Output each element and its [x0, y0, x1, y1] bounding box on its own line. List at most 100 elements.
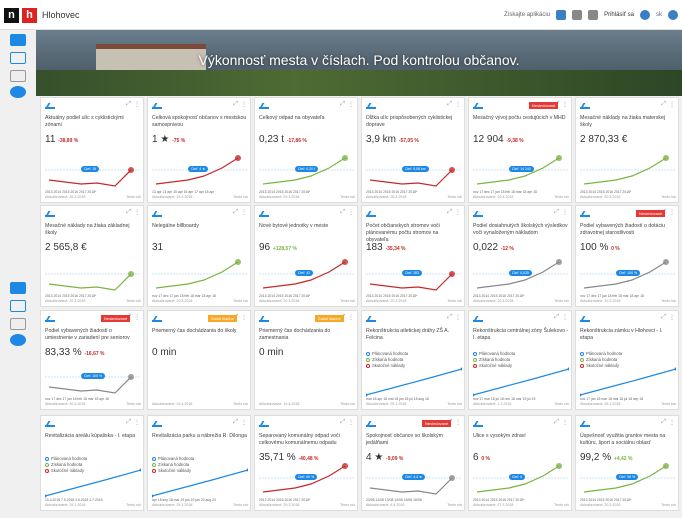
- more-icon[interactable]: ⋮: [455, 209, 461, 216]
- indicator-card[interactable]: ⤢⋮NesledovanéPodiel vybavených žiadostí …: [575, 205, 679, 307]
- indicator-card[interactable]: ⤢ ⋮ Celkový odpad na obyvateľa 0,23 t -17,8…: [254, 97, 358, 203]
- lang-switch[interactable]: sk: [656, 12, 662, 18]
- more-icon[interactable]: ⋮: [455, 419, 461, 426]
- more-icon[interactable]: ⋮: [562, 101, 568, 108]
- sidebar-indicators-icon[interactable]: [10, 34, 26, 46]
- more-icon[interactable]: ⋮: [669, 209, 675, 216]
- sidebar-projects-icon-2[interactable]: [10, 300, 26, 312]
- planned-point: [567, 367, 569, 371]
- card-title: Mesačné náklady na žiaka materskej školy: [580, 115, 666, 128]
- card-title: Rekonštrukcia atletickej dráhy ZŠ A. Fel…: [366, 328, 450, 341]
- sidebar-projects-icon[interactable]: [10, 52, 26, 64]
- more-icon[interactable]: ⋮: [348, 101, 354, 108]
- expand-icon[interactable]: ⤢: [447, 314, 452, 321]
- more-icon[interactable]: ⋮: [562, 419, 568, 426]
- expand-icon[interactable]: ⤢: [661, 101, 666, 108]
- card-footer: Aktualizované: 26.3.2018 Tento rok: [366, 195, 462, 199]
- expand-icon[interactable]: ⤢: [233, 419, 238, 426]
- updated-text: Aktualizované: 20.3.2018: [580, 503, 621, 507]
- indicator-card[interactable]: ⤢ ⋮ Podiel dosiahnutých školských výsledko…: [468, 205, 572, 307]
- value-text: 0,23 t: [259, 134, 285, 145]
- info-icon[interactable]: [668, 10, 678, 20]
- indicator-card[interactable]: ⤢⋮Zatiaľ žiadnePriemerný čas dochádzania…: [147, 310, 251, 410]
- sidebar-reports-icon[interactable]: [10, 70, 26, 82]
- apple-icon[interactable]: [588, 10, 599, 20]
- expand-icon[interactable]: ⤢: [554, 209, 559, 216]
- date-axis: nov 17 dec 17 jan 18 feb 18 mar 18 apr 1…: [45, 397, 109, 401]
- indicator-card[interactable]: ⤢⋮Zatiaľ žiadnePriemerný čas dochádzania…: [254, 310, 358, 410]
- indicator-card[interactable]: ⤢ ⋮ Rekonštrukcia zámku v Hlohovci - I. et…: [575, 310, 679, 410]
- indicator-card[interactable]: ⤢ ⋮ Úspešnosť využitia grantov mesta na ku…: [575, 415, 679, 511]
- expand-icon[interactable]: ⤢: [233, 209, 238, 216]
- chart-type-icon: [152, 210, 162, 217]
- expand-icon[interactable]: ⤢: [340, 101, 345, 108]
- more-icon[interactable]: ⋮: [348, 419, 354, 426]
- indicator-card[interactable]: ⤢ ⋮ Revitalizácia parku a nábrežia R. Dilo…: [147, 415, 251, 511]
- date-axis: nov 17 jan 18 mar 18 mai 18 jul 18 sep 1…: [580, 397, 644, 401]
- more-icon[interactable]: ⋮: [669, 314, 675, 321]
- indicator-card[interactable]: ⤢⋮NesledovanéMesačný vývoj počtu cestujú…: [468, 97, 572, 203]
- hero-trees: [36, 70, 682, 96]
- more-icon[interactable]: ⋮: [241, 419, 247, 426]
- indicator-card[interactable]: ⤢ ⋮ Nové bytové jednotky v meste 96 +128,57…: [254, 205, 358, 307]
- get-app-link[interactable]: Získajte aplikáciu: [504, 12, 550, 18]
- indicator-card[interactable]: ⤢ ⋮ Rekonštrukcia atletickej dráhy ZŠ A. F…: [361, 310, 465, 410]
- expand-icon[interactable]: ⤢: [340, 419, 345, 426]
- more-icon[interactable]: ⋮: [241, 314, 247, 321]
- expand-icon[interactable]: ⤢: [554, 314, 559, 321]
- indicator-card[interactable]: ⤢ ⋮ Revitalizácia areálu kúpaliska - I. et…: [40, 415, 144, 511]
- more-icon[interactable]: ⋮: [348, 314, 354, 321]
- more-icon[interactable]: ⋮: [455, 101, 461, 108]
- more-icon[interactable]: ⋮: [562, 314, 568, 321]
- sparkline-chart: [152, 468, 248, 498]
- indicator-card[interactable]: ⤢ ⋮ Počet občianskych stromov voči plánova…: [361, 205, 465, 307]
- more-icon[interactable]: ⋮: [348, 209, 354, 216]
- expand-icon[interactable]: ⤢: [126, 419, 131, 426]
- more-icon[interactable]: ⋮: [669, 419, 675, 426]
- indicator-card[interactable]: ⤢ ⋮ Dĺžka ulíc prispôsobených cyklistickej…: [361, 97, 465, 203]
- indicator-card[interactable]: ⤢⋮NesledovanéSpokojnosť občanov so škols…: [361, 415, 465, 511]
- indicator-card[interactable]: ⤢ ⋮ Mesačné náklady na žiaka základnej ško…: [40, 205, 144, 307]
- more-icon[interactable]: ⋮: [241, 209, 247, 216]
- indicator-card[interactable]: ⤢ ⋮ Mesačné náklady na žiaka materskej ško…: [575, 97, 679, 203]
- more-icon[interactable]: ⋮: [134, 209, 140, 216]
- login-button[interactable]: Prihlásiť sa: [604, 12, 634, 18]
- sidebar-indicators-icon-2[interactable]: [10, 282, 26, 294]
- expand-icon[interactable]: ⤢: [340, 209, 345, 216]
- user-icon[interactable]: [640, 10, 650, 20]
- indicator-card[interactable]: ⤢ ⋮ Aktuálny podiel ulíc s cyklistickými z…: [40, 97, 144, 203]
- logo-h[interactable]: h: [22, 8, 37, 23]
- expand-icon[interactable]: ⤢: [126, 101, 131, 108]
- expand-icon[interactable]: ⤢: [661, 314, 666, 321]
- expand-icon[interactable]: ⤢: [447, 101, 452, 108]
- indicator-card[interactable]: ⤢⋮NesledovanéPodiel vybavených žiadostí …: [40, 310, 144, 410]
- period-text: Tento rok: [340, 195, 355, 199]
- date-axis: 2013 2014 2015 2016 2017 2018*: [473, 498, 525, 502]
- windows-icon[interactable]: [556, 10, 567, 20]
- more-icon[interactable]: ⋮: [134, 314, 140, 321]
- chart-type-icon: [473, 420, 483, 427]
- indicator-card[interactable]: ⤢ ⋮ Celková spokojnosť občanov s mestskou …: [147, 97, 251, 203]
- more-icon[interactable]: ⋮: [241, 101, 247, 108]
- sidebar-reports-icon-2[interactable]: [10, 318, 26, 330]
- card-title: Úspešnosť využitia grantov mesta na kult…: [580, 433, 666, 446]
- more-icon[interactable]: ⋮: [134, 101, 140, 108]
- indicator-card[interactable]: ⤢ ⋮ Ulice s vysokým zdraví 6 0 % Cieľ: 6 Aktu…: [468, 415, 572, 511]
- expand-icon[interactable]: ⤢: [554, 419, 559, 426]
- value-line: [48, 376, 132, 394]
- expand-icon[interactable]: ⤢: [126, 209, 131, 216]
- expand-icon[interactable]: ⤢: [447, 209, 452, 216]
- indicator-card[interactable]: ⤢ ⋮ Rekonštrukcia centrálnej zóny Šulekovo…: [468, 310, 572, 410]
- expand-icon[interactable]: ⤢: [661, 419, 666, 426]
- more-icon[interactable]: ⋮: [562, 209, 568, 216]
- indicator-card[interactable]: ⤢ ⋮ Separovaný komunálny odpad voči celkov…: [254, 415, 358, 511]
- sidebar-add-icon-2[interactable]: [10, 334, 26, 346]
- more-icon[interactable]: ⋮: [669, 101, 675, 108]
- indicator-card[interactable]: ⤢ ⋮ Nelegálne billboardy 31 Aktualizované: …: [147, 205, 251, 307]
- logo-n[interactable]: n: [4, 8, 19, 23]
- more-icon[interactable]: ⋮: [455, 314, 461, 321]
- sidebar-add-icon[interactable]: [10, 86, 26, 98]
- more-icon[interactable]: ⋮: [134, 419, 140, 426]
- expand-icon[interactable]: ⤢: [233, 101, 238, 108]
- android-icon[interactable]: [572, 10, 583, 20]
